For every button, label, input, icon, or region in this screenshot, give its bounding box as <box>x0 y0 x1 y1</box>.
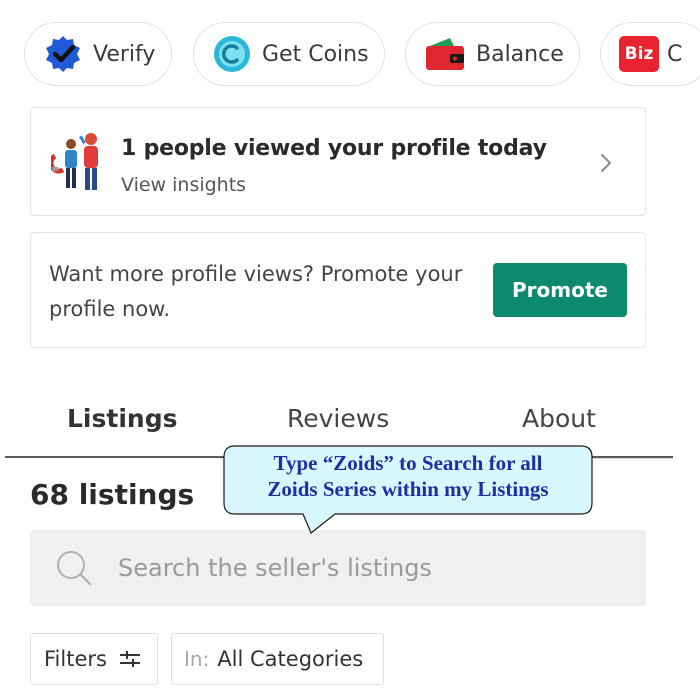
biz-chip[interactable]: Biz C <box>600 22 700 86</box>
tab-about[interactable]: About <box>522 404 596 433</box>
view-insights-link[interactable]: View insights <box>121 174 246 196</box>
wallet-icon <box>424 34 466 74</box>
people-illustration-icon <box>48 130 107 198</box>
verified-badge-icon <box>43 34 83 74</box>
biz-icon: Biz <box>619 36 659 72</box>
category-filter-button[interactable]: In: All Categories <box>171 633 384 685</box>
profile-page: Verify Get Coins Balance Biz C 1 people … <box>0 0 700 700</box>
filters-label: Filters <box>44 647 107 671</box>
promote-message: Want more profile views? Promote your pr… <box>49 262 463 321</box>
listing-search-input[interactable]: Search the seller's listings <box>30 530 646 606</box>
verify-chip[interactable]: Verify <box>24 22 172 86</box>
promote-card: Want more profile views? Promote your pr… <box>30 232 646 348</box>
biz-badge-text: Biz <box>624 44 654 64</box>
profile-insights-card[interactable]: 1 people viewed your profile today View … <box>30 107 646 216</box>
biz-label: C <box>667 41 683 67</box>
annotation-text: Type “Zoids” to Search for all Zoids Ser… <box>223 450 593 502</box>
chevron-right-icon <box>599 152 613 178</box>
filters-button[interactable]: Filters <box>30 633 158 685</box>
sliders-icon <box>119 648 141 670</box>
balance-label: Balance <box>476 41 564 67</box>
listing-count: 68 listings <box>30 478 195 511</box>
verify-label: Verify <box>93 41 156 67</box>
annotation-line-2: Zoids Series within my Listings <box>267 477 549 501</box>
tab-listings[interactable]: Listings <box>67 404 177 433</box>
annotation-line-1: Type “Zoids” to Search for all <box>273 451 543 475</box>
promote-button[interactable]: Promote <box>493 263 627 317</box>
tab-reviews[interactable]: Reviews <box>287 404 389 433</box>
category-value: All Categories <box>217 647 364 671</box>
insight-title: 1 people viewed your profile today <box>121 136 547 161</box>
category-prefix: In: <box>184 647 210 671</box>
search-icon <box>54 548 94 588</box>
get-coins-chip[interactable]: Get Coins <box>193 22 385 86</box>
coin-icon <box>212 34 252 74</box>
balance-chip[interactable]: Balance <box>405 22 580 86</box>
get-coins-label: Get Coins <box>262 41 369 67</box>
search-placeholder: Search the seller's listings <box>118 554 432 582</box>
